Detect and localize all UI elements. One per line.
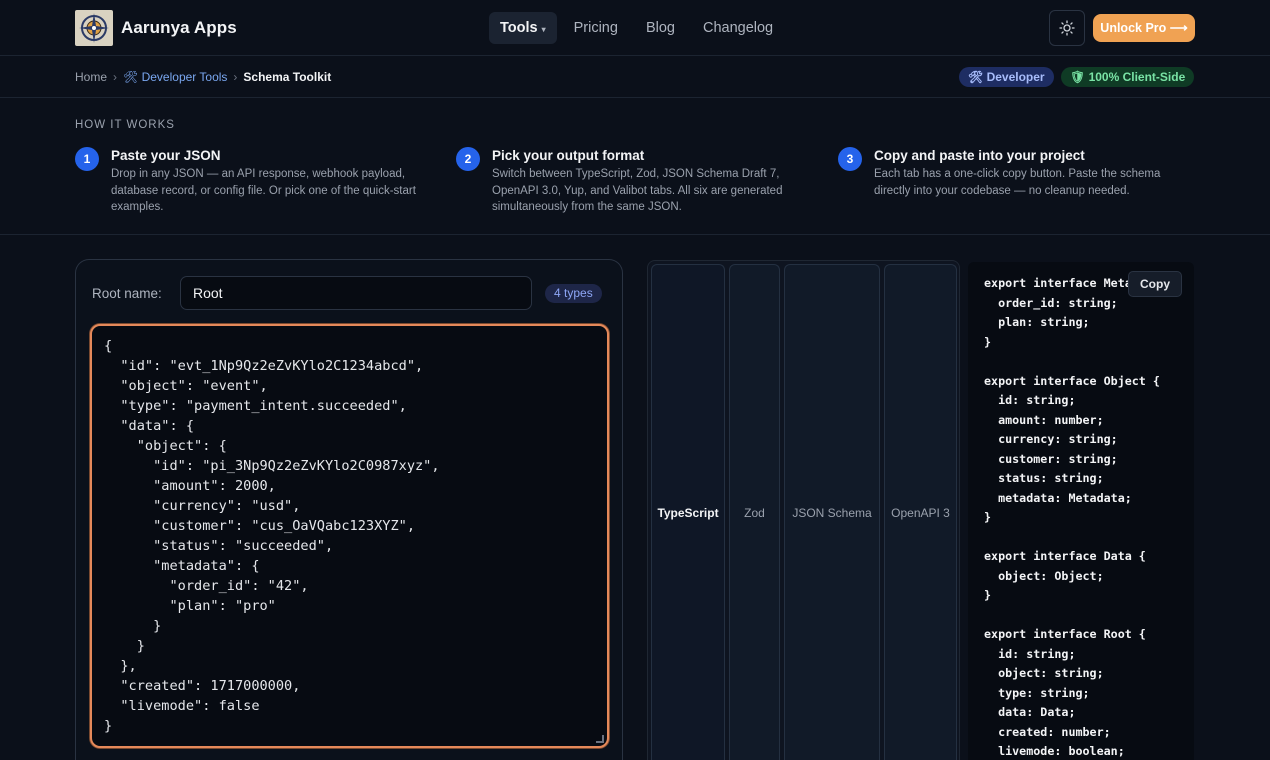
theme-toggle-button[interactable] [1049, 10, 1085, 46]
compass-logo-icon [75, 10, 113, 46]
breadcrumb-current: Schema Toolkit [243, 70, 332, 84]
unlock-pro-button[interactable]: Unlock Pro ⟶ [1093, 14, 1195, 42]
breadcrumb-separator: › [113, 70, 118, 84]
step-number: 3 [838, 147, 862, 171]
json-input-textarea[interactable]: { "id": "evt_1Np9Qz2eZvKYlo2C1234abcd", … [90, 324, 609, 748]
nav-tools[interactable]: Tools ▾ [489, 12, 557, 44]
step-title: Copy and paste into your project [874, 148, 1085, 163]
step-description: Each tab has a one-click copy button. Pa… [874, 168, 1161, 197]
tab-typescript[interactable]: TypeScript [651, 264, 725, 760]
breadcrumb-separator: › [233, 70, 238, 84]
step-description: Switch between TypeScript, Zod, JSON Sch… [492, 168, 783, 213]
breadcrumb-home[interactable]: Home [75, 70, 107, 84]
brand[interactable]: Aarunya Apps [75, 10, 237, 46]
root-name-label: Root name: [92, 286, 162, 301]
step-title: Pick your output format [492, 148, 645, 163]
nav-changelog[interactable]: Changelog [692, 12, 784, 44]
chevron-down-icon: ▾ [541, 25, 546, 34]
copy-button[interactable]: Copy [1128, 271, 1182, 297]
tab-openapi[interactable]: OpenAPI 3 [884, 264, 957, 760]
client-side-badge: 🛡 100% Client-Side [1061, 67, 1195, 87]
breadcrumb-bar: Home › 🛠 Developer Tools › Schema Toolki… [0, 57, 1270, 98]
root-name-input[interactable]: Root [180, 276, 532, 310]
types-count-badge: 4 types [545, 284, 602, 303]
breadcrumb: Home › 🛠 Developer Tools › Schema Toolki… [75, 70, 331, 84]
schema-output-code: export interface Metadata { order_id: st… [984, 276, 1174, 758]
output-format-tabs: TypeScript Zod JSON Schema OpenAPI 3 [647, 260, 960, 760]
step-number: 1 [75, 147, 99, 171]
main-nav: Tools ▾ Pricing Blog Changelog [489, 12, 790, 44]
nav-pricing[interactable]: Pricing [563, 12, 629, 44]
step-description: Drop in any JSON — an API response, webh… [111, 168, 416, 213]
tab-json-schema[interactable]: JSON Schema [784, 264, 880, 760]
how-it-works-section: HOW IT WORKS 1 Paste your JSON Drop in a… [0, 98, 1270, 235]
schema-output-panel: export interface Metadata { order_id: st… [968, 262, 1194, 760]
developer-badge: 🛠 Developer [959, 67, 1054, 87]
json-input-panel: Root name: Root 4 types { "id": "evt_1Np… [75, 259, 623, 760]
breadcrumb-developer-tools[interactable]: 🛠 Developer Tools [123, 70, 227, 84]
step-title: Paste your JSON [111, 148, 221, 163]
step-number: 2 [456, 147, 480, 171]
brand-name: Aarunya Apps [121, 18, 237, 37]
section-title: HOW IT WORKS [75, 119, 175, 131]
top-navbar: Aarunya Apps Tools ▾ Pricing Blog Changel… [0, 0, 1270, 56]
nav-tools-label: Tools [500, 20, 538, 36]
nav-blog[interactable]: Blog [635, 12, 686, 44]
json-input-content: { "id": "evt_1Np9Qz2eZvKYlo2C1234abcd", … [104, 338, 440, 734]
sun-icon [1059, 20, 1075, 36]
resize-handle-icon[interactable] [596, 735, 604, 743]
tab-zod[interactable]: Zod [729, 264, 780, 760]
